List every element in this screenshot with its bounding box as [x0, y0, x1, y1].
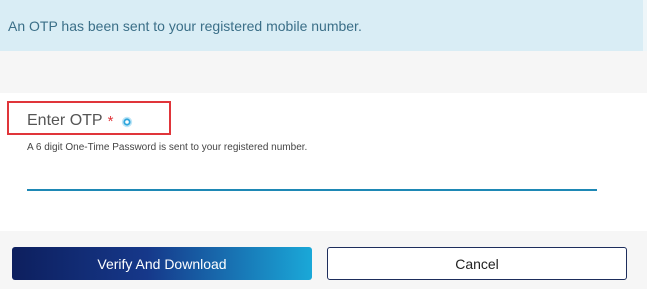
alert-message: An OTP has been sent to your registered … — [8, 17, 362, 34]
otp-label-row: Enter OTP * — [27, 111, 133, 131]
otp-sent-alert: An OTP has been sent to your registered … — [0, 0, 647, 51]
otp-input[interactable] — [27, 163, 597, 191]
info-circle-icon[interactable] — [121, 115, 133, 128]
required-marker: * — [107, 112, 114, 130]
otp-dialog: An OTP has been sent to your registered … — [0, 0, 647, 289]
otp-label: Enter OTP — [27, 112, 103, 129]
verify-and-download-button[interactable]: Verify And Download — [12, 247, 312, 280]
spacer-band — [0, 51, 647, 93]
cancel-button[interactable]: Cancel — [327, 247, 627, 280]
otp-hint: A 6 digit One-Time Password is sent to y… — [27, 142, 308, 153]
